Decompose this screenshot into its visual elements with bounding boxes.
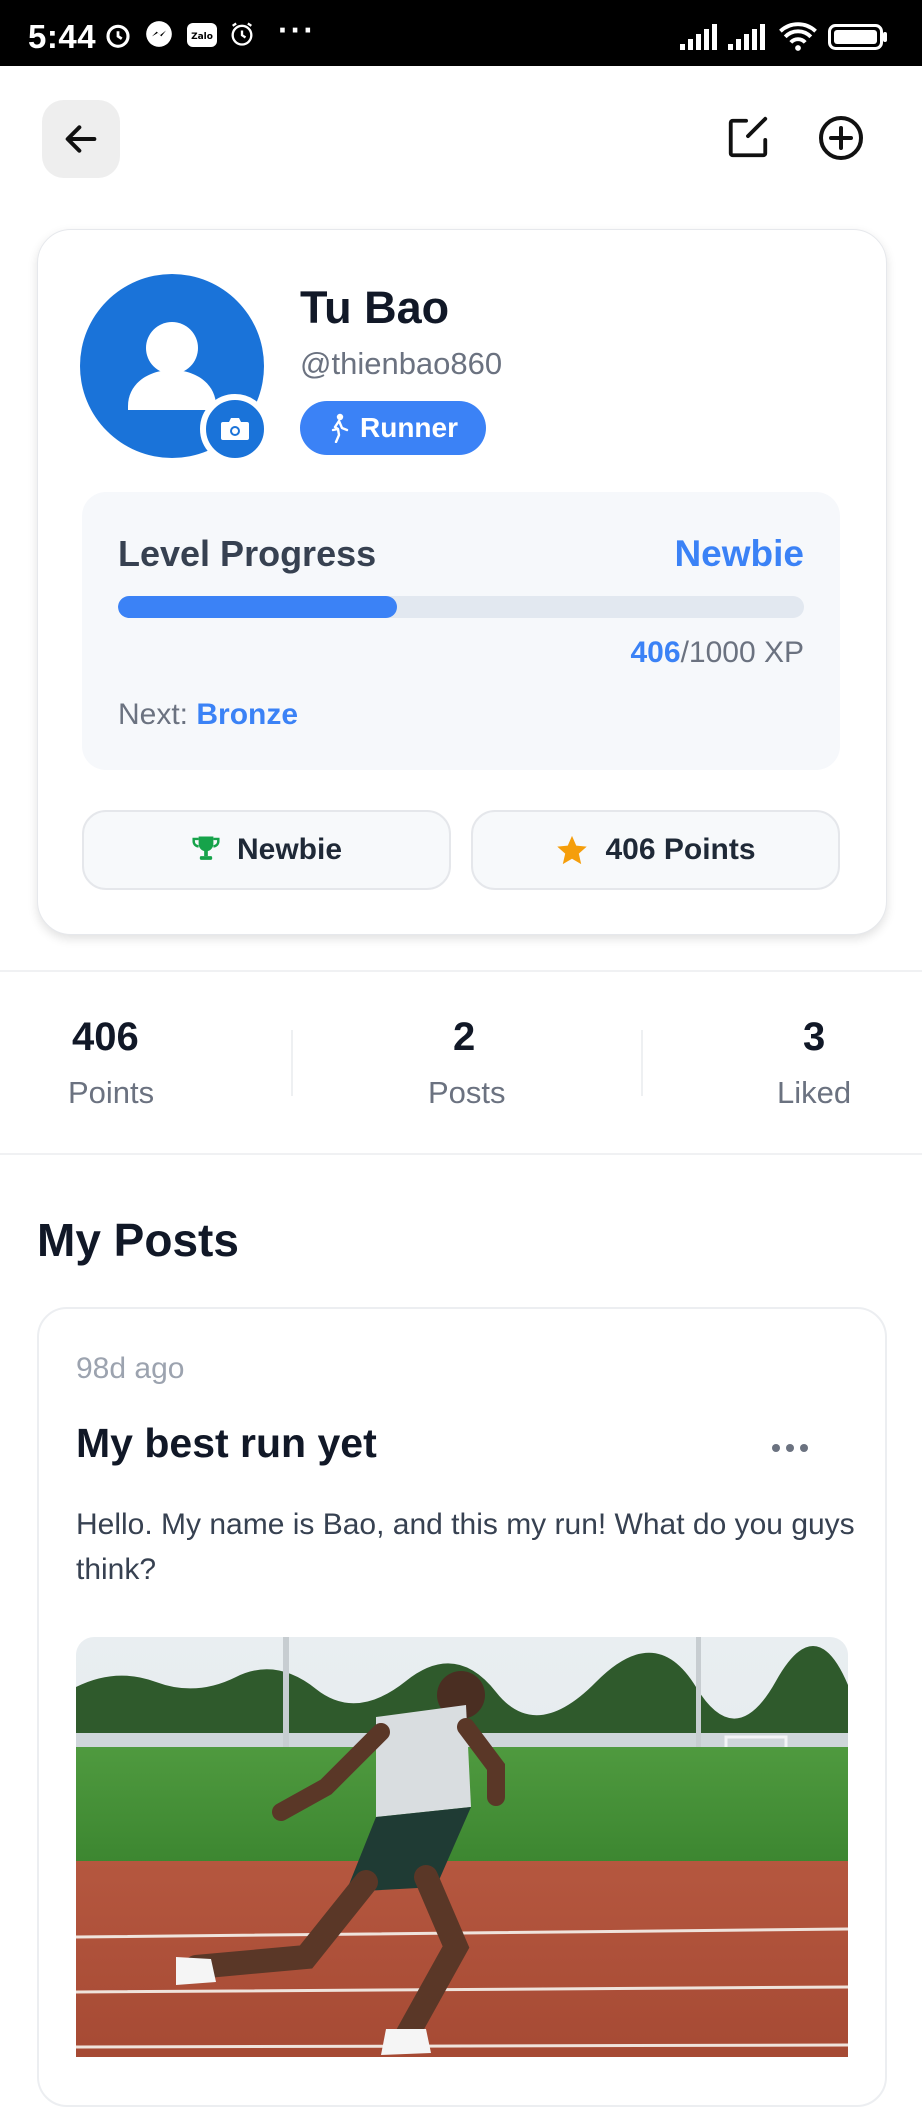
stat-posts-label: Posts xyxy=(428,1075,506,1110)
svg-text:Zalo: Zalo xyxy=(191,32,213,42)
next-rank-value: Bronze xyxy=(196,698,299,731)
next-label: Next: xyxy=(118,698,197,731)
add-post-button[interactable] xyxy=(815,112,867,164)
post-time: 98d ago xyxy=(76,1352,185,1385)
stat-liked-label: Liked xyxy=(777,1075,852,1110)
stat-posts-value: 2 xyxy=(453,1015,476,1059)
stat-separator xyxy=(291,1030,293,1096)
zalo-icon: Zalo xyxy=(187,23,217,47)
rank-chip[interactable]: Newbie xyxy=(82,810,451,890)
status-bar: 5:44 Zalo ··· xyxy=(0,0,922,66)
star-icon xyxy=(557,835,588,865)
wifi-icon xyxy=(779,22,817,51)
section-title: My Posts xyxy=(37,1214,239,1266)
status-more: ··· xyxy=(278,12,316,48)
post-more-button[interactable] xyxy=(760,1428,820,1468)
edit-button[interactable] xyxy=(722,112,774,164)
runner-icon xyxy=(331,413,349,443)
arrow-left-icon xyxy=(65,125,97,153)
next-rank: Next: Bronze xyxy=(118,698,298,732)
stat-points-value: 406 xyxy=(72,1015,139,1059)
status-time: 5:44 xyxy=(28,18,97,55)
battery-icon xyxy=(828,24,887,50)
role-badge: Runner xyxy=(300,401,486,455)
profile-handle: @thienbao860 xyxy=(300,346,503,381)
signal-icon xyxy=(680,24,717,50)
role-label: Runner xyxy=(360,412,458,443)
alarm-icon xyxy=(106,24,130,48)
level-rank: Newbie xyxy=(674,533,804,574)
camera-icon xyxy=(221,418,249,440)
xp-current: 406 xyxy=(630,636,681,669)
post-title: My best run yet xyxy=(76,1420,377,1466)
messenger-icon xyxy=(146,21,172,47)
stat-liked-value: 3 xyxy=(803,1015,826,1059)
post-image[interactable] xyxy=(76,1637,848,2057)
level-progress-fill xyxy=(118,596,397,618)
back-button[interactable] xyxy=(42,100,120,178)
profile-name: Tu Bao xyxy=(300,282,450,333)
signal-2-icon xyxy=(728,24,765,50)
more-horizontal-icon xyxy=(772,1444,780,1452)
stats-top-divider xyxy=(0,970,922,972)
stat-points-label: Points xyxy=(68,1075,155,1110)
xp-total: /1000 XP xyxy=(680,636,804,669)
stat-separator xyxy=(641,1030,643,1096)
camera-button[interactable] xyxy=(200,394,270,464)
points-chip-label: 406 Points xyxy=(605,833,756,866)
edit-square-icon xyxy=(728,116,768,158)
trophy-icon xyxy=(192,836,220,860)
xp-readout: 406/1000 XP xyxy=(631,636,805,670)
level-progress-bar xyxy=(118,596,804,618)
points-chip[interactable]: 406 Points xyxy=(471,810,840,890)
rank-chip-label: Newbie xyxy=(236,833,343,866)
clock-alarm-icon xyxy=(231,22,253,46)
post-body: Hello. My name is Bao, and this my run! … xyxy=(76,1508,855,1586)
stats-bottom-divider xyxy=(0,1153,922,1155)
plus-circle-icon xyxy=(819,116,863,160)
runner-on-track-photo xyxy=(76,1637,848,2057)
level-progress-title: Level Progress xyxy=(118,533,377,574)
